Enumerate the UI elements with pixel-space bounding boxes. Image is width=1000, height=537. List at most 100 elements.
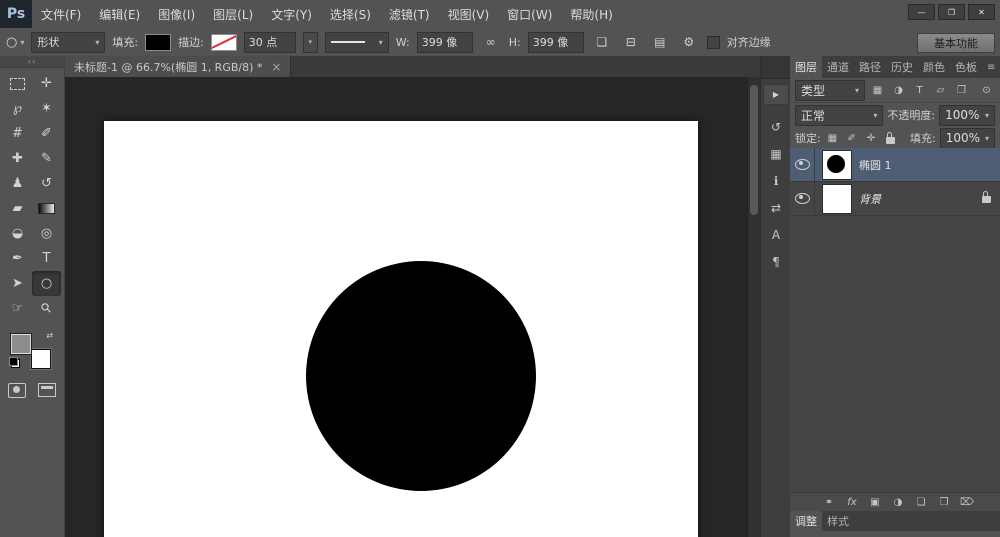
- blur-tool[interactable]: ◒: [3, 221, 32, 246]
- tab-swatches[interactable]: 色板: [950, 56, 982, 78]
- magic-wand-tool[interactable]: ✶: [32, 96, 61, 121]
- layer-row-ellipse-1[interactable]: 椭圆 1: [790, 148, 1000, 182]
- background-color-swatch[interactable]: [31, 349, 51, 369]
- scrollbar-thumb[interactable]: [750, 85, 758, 215]
- quick-mask-mode-button[interactable]: [8, 383, 26, 398]
- filter-smart-objects-icon[interactable]: ❒: [953, 82, 970, 98]
- pasteboard[interactable]: [65, 77, 760, 537]
- tab-history[interactable]: 历史: [886, 56, 918, 78]
- tab-styles[interactable]: 样式: [822, 511, 854, 531]
- tab-paths[interactable]: 路径: [854, 56, 886, 78]
- path-operations-icon[interactable]: ❏: [591, 32, 613, 52]
- vertical-scrollbar[interactable]: [747, 77, 760, 537]
- character-panel-icon[interactable]: A: [764, 224, 788, 245]
- menu-select[interactable]: 选择(S): [321, 0, 380, 28]
- menu-filter[interactable]: 滤镜(T): [380, 0, 439, 28]
- document-tab[interactable]: 未标题-1 @ 66.7%(椭圆 1, RGB/8) * ×: [65, 56, 291, 77]
- new-group-icon[interactable]: ❏: [914, 494, 928, 510]
- shape-height-input[interactable]: 399 像: [528, 32, 584, 53]
- history-panel-icon[interactable]: ↺: [764, 116, 788, 137]
- filter-kind-select[interactable]: 类型: [795, 80, 865, 101]
- stroke-style-select[interactable]: [325, 32, 389, 53]
- type-tool[interactable]: T: [32, 246, 61, 271]
- maximize-button[interactable]: ❐: [938, 4, 965, 20]
- lock-all-icon[interactable]: [883, 130, 898, 146]
- eraser-tool[interactable]: ▰: [3, 196, 32, 221]
- new-layer-icon[interactable]: ❐: [937, 494, 951, 510]
- brush-tool[interactable]: ✎: [32, 146, 61, 171]
- lasso-tool[interactable]: ℘: [3, 96, 32, 121]
- paragraph-panel-icon[interactable]: ¶: [764, 251, 788, 272]
- opacity-input[interactable]: 100%: [939, 105, 995, 126]
- rectangular-marquee-tool[interactable]: [3, 71, 32, 96]
- layer-thumbnail[interactable]: [822, 150, 852, 180]
- lock-position-icon[interactable]: ✛: [863, 130, 878, 146]
- menu-type[interactable]: 文字(Y): [262, 0, 321, 28]
- default-colors-icon[interactable]: [11, 359, 20, 368]
- pen-tool[interactable]: ✒: [3, 246, 32, 271]
- tab-color[interactable]: 颜色: [918, 56, 950, 78]
- layer-name[interactable]: 椭圆 1: [859, 157, 892, 173]
- layer-thumbnail[interactable]: [822, 184, 852, 214]
- gradient-tool[interactable]: [32, 196, 61, 221]
- foreground-color-swatch[interactable]: [11, 334, 31, 354]
- layer-row-background[interactable]: 背景: [790, 182, 1000, 216]
- history-brush-tool[interactable]: ↺: [32, 171, 61, 196]
- menu-edit[interactable]: 编辑(E): [90, 0, 149, 28]
- path-alignment-icon[interactable]: ⊟: [620, 32, 642, 52]
- fill-opacity-input[interactable]: 100%: [940, 128, 995, 149]
- menu-help[interactable]: 帮助(H): [561, 0, 621, 28]
- layer-name[interactable]: 背景: [859, 191, 881, 207]
- dodge-tool[interactable]: ◎: [32, 221, 61, 246]
- filter-shape-layers-icon[interactable]: ▱: [932, 82, 949, 98]
- fill-color-swatch[interactable]: [145, 34, 171, 51]
- blend-mode-select[interactable]: 正常: [795, 105, 883, 126]
- minimize-button[interactable]: —: [908, 4, 935, 20]
- geometry-settings-gear-icon[interactable]: ⚙: [678, 32, 700, 52]
- menu-layer[interactable]: 图层(L): [204, 0, 262, 28]
- swap-colors-icon[interactable]: ⇄: [46, 331, 53, 340]
- visibility-toggle[interactable]: [790, 182, 815, 215]
- panel-menu-icon[interactable]: ≡: [982, 56, 1000, 78]
- align-edges-checkbox[interactable]: [707, 36, 720, 49]
- toolbar-grip[interactable]: [0, 56, 64, 68]
- tab-adjustments[interactable]: 调整: [790, 511, 822, 531]
- shape-width-input[interactable]: 399 像: [417, 32, 473, 53]
- filter-adjustment-layers-icon[interactable]: ◑: [890, 82, 907, 98]
- stroke-color-swatch[interactable]: [211, 34, 237, 51]
- hand-tool[interactable]: ☞: [3, 296, 32, 321]
- filter-type-layers-icon[interactable]: T: [911, 82, 928, 98]
- filter-pixel-layers-icon[interactable]: ▦: [869, 82, 886, 98]
- properties-panel-icon[interactable]: ▦: [764, 143, 788, 164]
- delete-layer-icon[interactable]: ⌦: [960, 494, 974, 510]
- document-close-icon[interactable]: ×: [271, 60, 281, 74]
- ellipse-tool[interactable]: ○: [32, 271, 61, 296]
- menu-file[interactable]: 文件(F): [32, 0, 90, 28]
- link-layers-icon[interactable]: ⚭: [822, 494, 836, 510]
- tab-layers[interactable]: 图层: [790, 56, 822, 78]
- clone-stamp-tool[interactable]: ♟: [3, 171, 32, 196]
- zoom-tool[interactable]: ⚲: [32, 296, 61, 321]
- menu-view[interactable]: 视图(V): [439, 0, 499, 28]
- menu-image[interactable]: 图像(I): [149, 0, 204, 28]
- tool-preset-picker[interactable]: ○: [6, 35, 24, 50]
- crop-tool[interactable]: #: [3, 121, 32, 146]
- link-dimensions-icon[interactable]: ∞: [480, 32, 502, 52]
- tool-mode-select[interactable]: 形状: [31, 32, 105, 53]
- eyedropper-tool[interactable]: ✐: [32, 121, 61, 146]
- lock-transparency-icon[interactable]: ▦: [825, 130, 840, 146]
- canvas[interactable]: [104, 121, 698, 537]
- layer-style-icon[interactable]: fx: [845, 494, 859, 510]
- actions-panel-icon[interactable]: ⇄: [764, 197, 788, 218]
- ellipse-shape[interactable]: [306, 261, 536, 491]
- move-tool[interactable]: ✛: [32, 71, 61, 96]
- path-selection-tool[interactable]: ➤: [3, 271, 32, 296]
- path-arrangement-icon[interactable]: ▤: [649, 32, 671, 52]
- spot-healing-brush-tool[interactable]: ✚: [3, 146, 32, 171]
- workspace-switcher-button[interactable]: 基本功能: [917, 33, 995, 53]
- stroke-width-input[interactable]: 30 点: [244, 32, 296, 53]
- menu-window[interactable]: 窗口(W): [498, 0, 561, 28]
- expand-panels-button[interactable]: ▶: [763, 84, 789, 105]
- visibility-toggle[interactable]: [790, 148, 815, 181]
- lock-pixels-icon[interactable]: ✐: [844, 130, 859, 146]
